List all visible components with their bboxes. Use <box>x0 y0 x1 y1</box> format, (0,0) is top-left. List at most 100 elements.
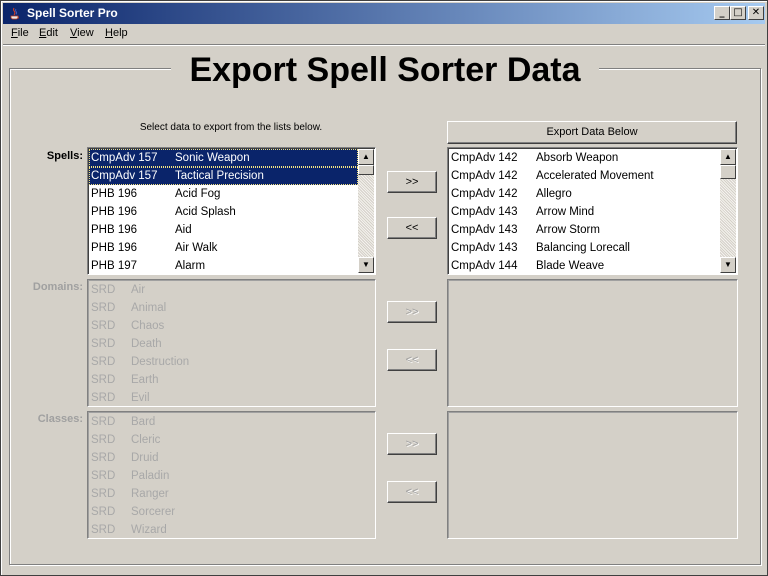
item-name: Accelerated Movement <box>536 170 654 182</box>
list-item[interactable]: PHB 196 Air Walk <box>89 239 358 257</box>
list-item: SRD Bard <box>89 413 374 431</box>
item-name: Bard <box>131 416 156 428</box>
list-item[interactable]: CmpAdv 143 Balancing Lorecall <box>449 239 720 257</box>
list-item: SRD Air <box>89 281 374 299</box>
list-item[interactable]: CmpAdv 142 Accelerated Movement <box>449 167 720 185</box>
menu-help-mnemonic: H <box>105 27 113 39</box>
list-item: SRD Sorcerer <box>89 503 374 521</box>
item-source: SRD <box>91 392 116 404</box>
item-name: Arrow Mind <box>536 206 595 218</box>
item-source: PHB 196 <box>91 224 138 236</box>
item-source: CmpAdv 142 <box>451 152 518 164</box>
item-source: CmpAdv 142 <box>451 170 518 182</box>
scroll-thumb[interactable] <box>720 165 736 179</box>
item-name: Blade Weave <box>536 260 605 272</box>
export-spells-list[interactable]: CmpAdv 144 Blade Weave CmpAdv 143 Balancing… <box>447 147 738 275</box>
menu-view[interactable]: View <box>70 27 94 39</box>
item-name: Allegro <box>536 188 572 200</box>
item-name: Acid Splash <box>175 206 236 218</box>
list-item: SRD Destruction <box>89 353 374 371</box>
item-name: Chaos <box>131 320 165 332</box>
item-source: PHB 197 <box>91 260 138 272</box>
list-item[interactable]: PHB 197 Alarm <box>89 257 358 274</box>
maximize-button[interactable]: □ <box>730 6 746 20</box>
domains-list: SRD Evil SRD Earth SRD Destruction SRD Death SRD… <box>87 279 376 407</box>
item-source: PHB 196 <box>91 206 138 218</box>
window-title: Spell Sorter Pro <box>27 6 118 20</box>
menu-help[interactable]: Help <box>105 27 128 39</box>
item-source: SRD <box>91 284 116 296</box>
item-name: Acid Fog <box>175 188 221 200</box>
item-source: CmpAdv 142 <box>451 188 518 200</box>
item-name: Ranger <box>131 488 169 500</box>
export-classes-list <box>447 411 738 539</box>
spells-list[interactable]: PHB 197 Alarm PHB 196 Air Walk PHB 196 Aid PHB… <box>87 147 376 275</box>
item-name: Sonic Weapon <box>175 152 250 164</box>
menu-edit[interactable]: Edit <box>39 27 58 39</box>
minimize-button[interactable]: _ <box>714 6 730 20</box>
list-item[interactable]: CmpAdv 142 Allegro <box>449 185 720 203</box>
scroll-thumb[interactable] <box>358 165 374 175</box>
instructions-text: Select data to export from the lists bel… <box>139 122 323 133</box>
menu-file[interactable]: File <box>11 27 29 39</box>
export-domains-list <box>447 279 738 407</box>
spells-scrollbar[interactable]: ▲ ▼ <box>358 149 374 273</box>
list-item[interactable]: CmpAdv 157 Sonic Weapon <box>89 149 358 167</box>
classes-list: SRD Wizard SRD Sorcerer SRD Ranger SRD Paladin S… <box>87 411 376 539</box>
title-bar[interactable]: Spell Sorter Pro _ □ ✕ <box>3 3 765 24</box>
add-spells-button[interactable]: >> <box>387 171 437 193</box>
item-source: SRD <box>91 338 116 350</box>
item-source: SRD <box>91 302 116 314</box>
item-name: Evil <box>131 392 150 404</box>
item-source: CmpAdv 157 <box>91 152 158 164</box>
remove-domains-button: << <box>387 349 437 371</box>
item-name: Cleric <box>131 434 161 446</box>
close-button[interactable]: ✕ <box>748 6 764 20</box>
item-name: Air <box>131 284 146 296</box>
classes-label: Classes: <box>37 413 83 425</box>
app-window: Spell Sorter Pro _ □ ✕ File Edit View He… <box>0 0 768 576</box>
list-item: SRD Wizard <box>89 521 374 538</box>
list-item: SRD Ranger <box>89 485 374 503</box>
remove-classes-button: << <box>387 481 437 503</box>
export-data-button[interactable]: Export Data Below <box>447 121 737 144</box>
list-item[interactable]: CmpAdv 143 Arrow Storm <box>449 221 720 239</box>
menu-bar: File Edit View Help <box>3 24 765 43</box>
list-item[interactable]: CmpAdv 144 Blade Weave <box>449 257 720 274</box>
list-item: SRD Paladin <box>89 467 374 485</box>
scroll-down-icon[interactable]: ▼ <box>720 257 736 273</box>
list-item[interactable]: PHB 196 Aid <box>89 221 358 239</box>
item-source: SRD <box>91 374 116 386</box>
list-item[interactable]: CmpAdv 142 Absorb Weapon <box>449 149 720 167</box>
list-item[interactable]: CmpAdv 143 Arrow Mind <box>449 203 720 221</box>
list-item: SRD Earth <box>89 371 374 389</box>
item-source: SRD <box>91 434 116 446</box>
item-source: CmpAdv 143 <box>451 206 518 218</box>
list-item: SRD Animal <box>89 299 374 317</box>
item-source: CmpAdv 157 <box>91 170 158 182</box>
item-source: CmpAdv 143 <box>451 242 518 254</box>
item-source: SRD <box>91 356 116 368</box>
item-name: Destruction <box>131 356 190 368</box>
scroll-up-icon[interactable]: ▲ <box>358 149 374 165</box>
java-coffee-icon <box>10 7 19 20</box>
item-name: Wizard <box>131 524 167 536</box>
list-item[interactable]: PHB 196 Acid Fog <box>89 185 358 203</box>
scroll-up-icon[interactable]: ▲ <box>720 149 736 165</box>
list-item: SRD Evil <box>89 389 374 406</box>
item-name: Absorb Weapon <box>536 152 619 164</box>
export-spells-scrollbar[interactable]: ▲ ▼ <box>720 149 736 273</box>
item-source: SRD <box>91 320 116 332</box>
item-name: Death <box>131 338 162 350</box>
list-item[interactable]: CmpAdv 157 Tactical Precision <box>89 167 358 185</box>
item-source: CmpAdv 143 <box>451 224 518 236</box>
item-name: Tactical Precision <box>175 170 264 182</box>
scroll-down-icon[interactable]: ▼ <box>358 257 374 273</box>
spells-label: Spells: <box>46 150 83 162</box>
menu-view-label: iew <box>77 27 94 39</box>
list-item: SRD Death <box>89 335 374 353</box>
item-name: Sorcerer <box>131 506 176 518</box>
remove-spells-button[interactable]: << <box>387 217 437 239</box>
list-item[interactable]: PHB 196 Acid Splash <box>89 203 358 221</box>
domains-label: Domains: <box>32 281 83 293</box>
